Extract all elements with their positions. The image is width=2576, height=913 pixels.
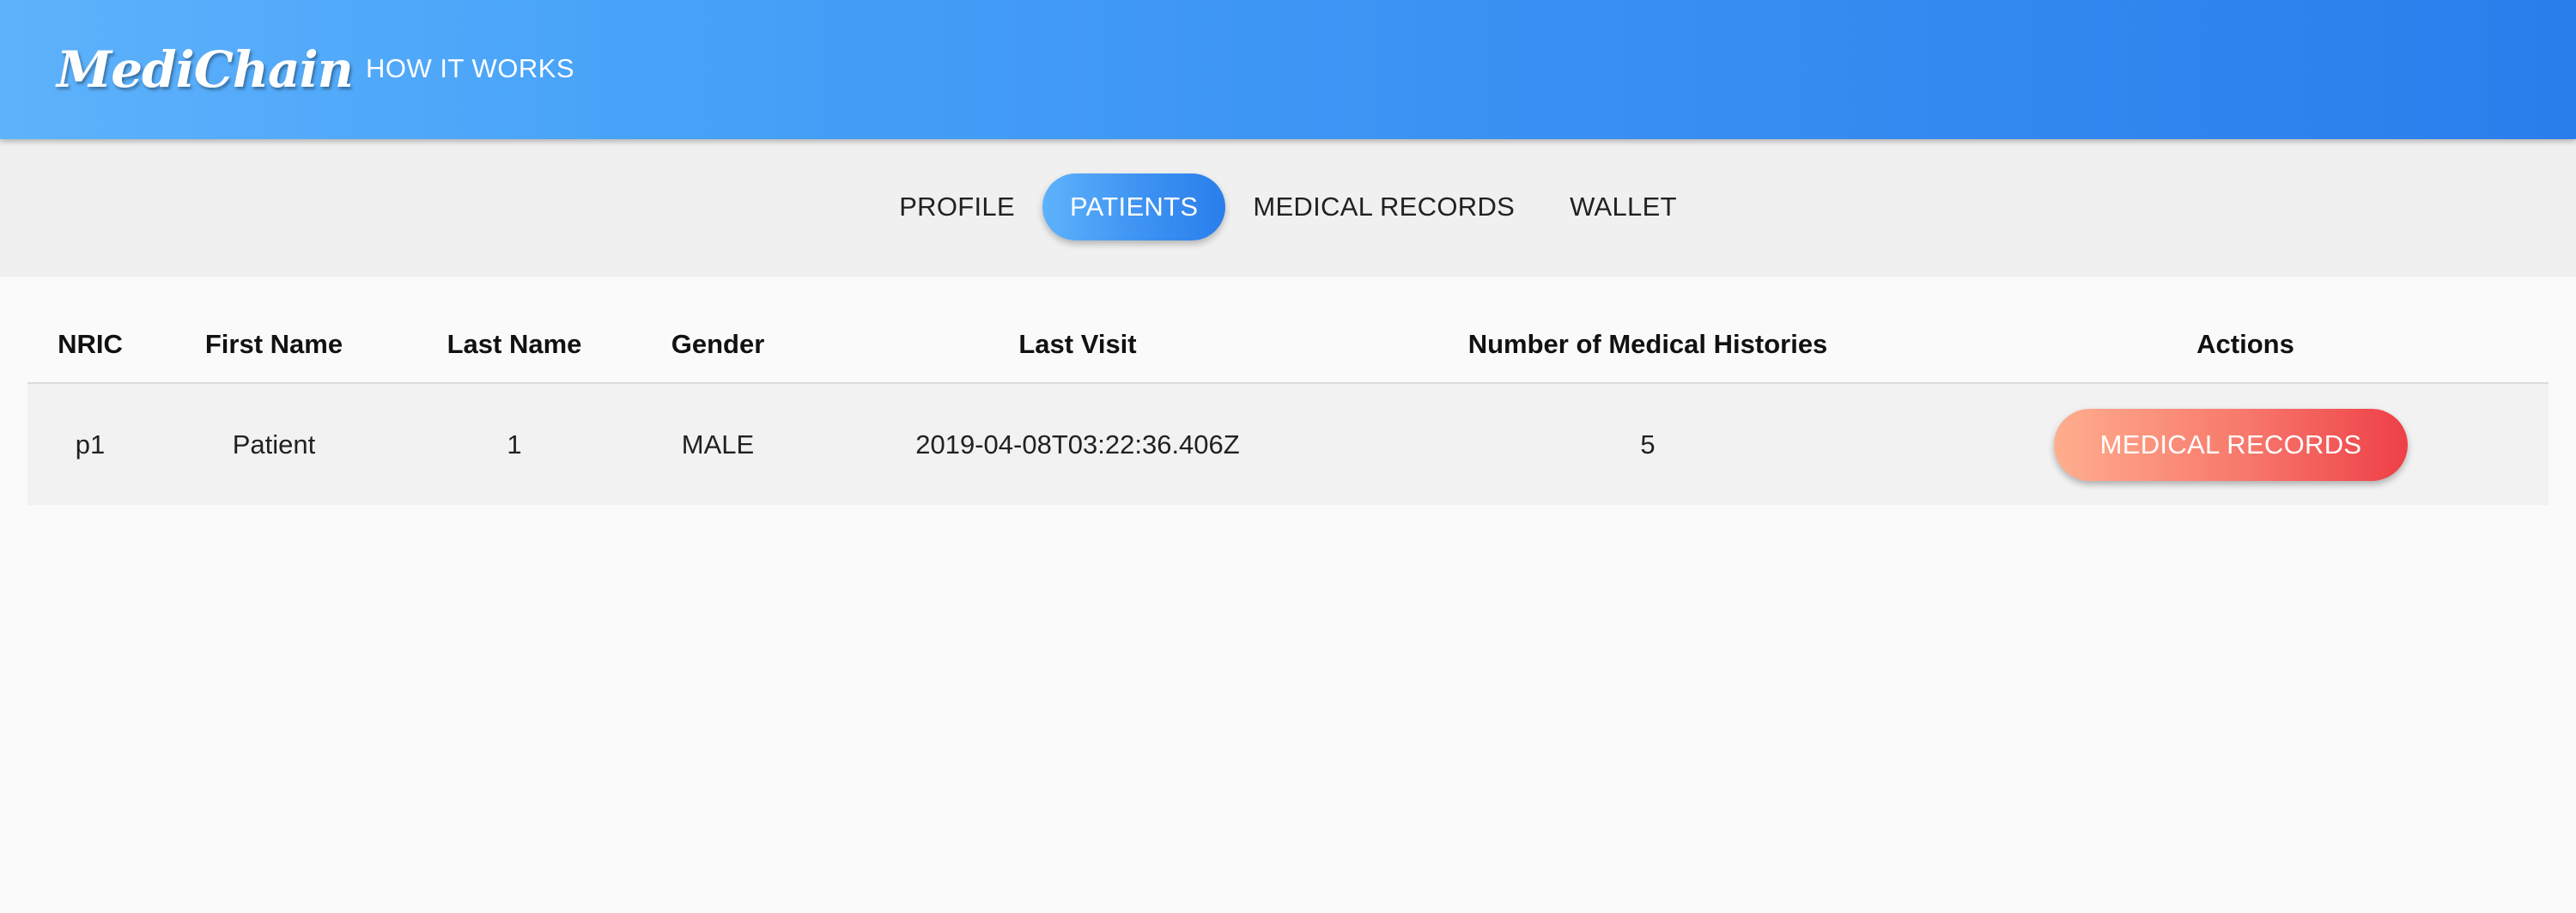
cell-last-name: 1 xyxy=(395,383,634,505)
column-header-gender: Gender xyxy=(634,306,802,384)
table-row: p1 Patient 1 MALE 2019-04-08T03:22:36.40… xyxy=(27,383,2549,505)
brand-logo[interactable]: MediChain xyxy=(57,31,354,108)
table-header-row: NRIC First Name Last Name Gender Last Vi… xyxy=(27,306,2549,384)
app-root: MediChain HOW IT WORKS PROFILE PATIENTS … xyxy=(0,0,2576,913)
tab-list: PROFILE PATIENTS MEDICAL RECORDS WALLET xyxy=(0,173,2576,240)
patients-table-container: NRIC First Name Last Name Gender Last Vi… xyxy=(27,306,2549,505)
cell-nric: p1 xyxy=(27,383,153,505)
cell-gender: MALE xyxy=(634,383,802,505)
patients-table: NRIC First Name Last Name Gender Last Vi… xyxy=(27,306,2549,505)
column-header-medical-histories: Number of Medical Histories xyxy=(1353,306,1942,384)
cell-actions: MEDICAL RECORDS xyxy=(1942,383,2549,505)
top-navbar: MediChain HOW IT WORKS xyxy=(0,0,2576,139)
cell-medical-histories: 5 xyxy=(1353,383,1942,505)
cell-last-visit: 2019-04-08T03:22:36.406Z xyxy=(802,383,1353,505)
tab-patients[interactable]: PATIENTS xyxy=(1042,173,1226,240)
column-header-last-visit: Last Visit xyxy=(802,306,1353,384)
cell-first-name: Patient xyxy=(153,383,395,505)
tab-wallet[interactable]: WALLET xyxy=(1542,173,1704,240)
column-header-nric: NRIC xyxy=(27,306,153,384)
nav-link-how-it-works[interactable]: HOW IT WORKS xyxy=(366,50,574,88)
medical-records-button[interactable]: MEDICAL RECORDS xyxy=(2053,408,2409,481)
column-header-last-name: Last Name xyxy=(395,306,634,384)
tabs-bar: PROFILE PATIENTS MEDICAL RECORDS WALLET xyxy=(0,139,2576,277)
tab-medical-records[interactable]: MEDICAL RECORDS xyxy=(1225,173,1542,240)
column-header-first-name: First Name xyxy=(153,306,395,384)
tab-profile[interactable]: PROFILE xyxy=(872,173,1042,240)
column-header-actions: Actions xyxy=(1942,306,2549,384)
